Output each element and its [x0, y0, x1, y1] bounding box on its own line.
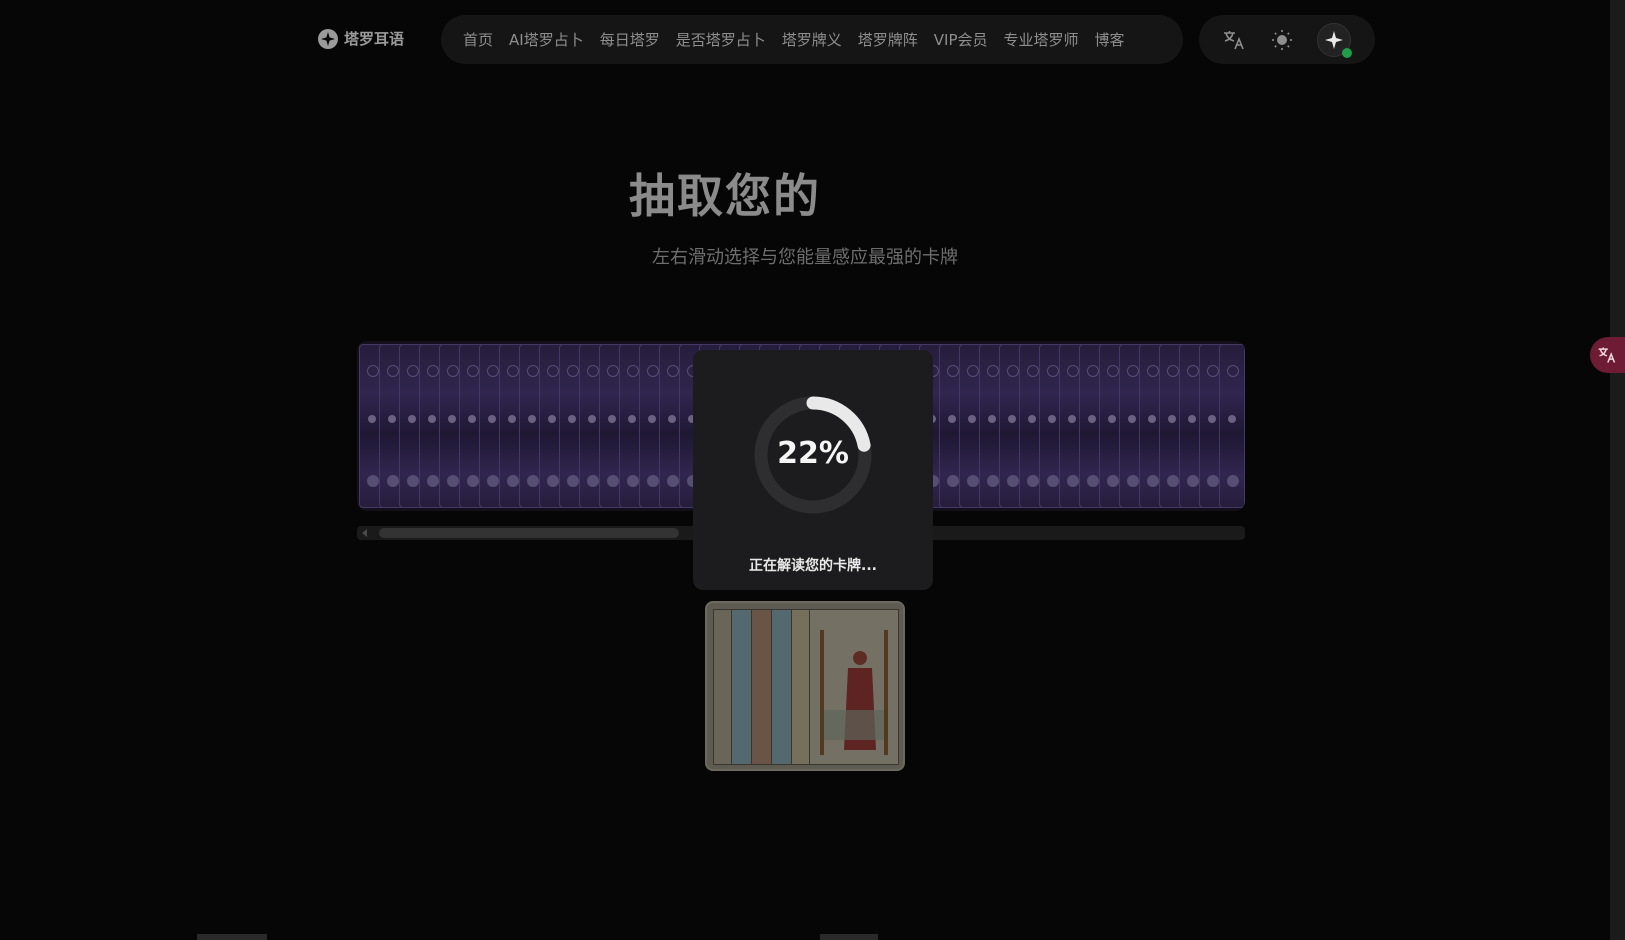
- nav-item-ai-reading[interactable]: AI塔罗占卜: [509, 29, 584, 50]
- floating-translate-button[interactable]: [1590, 337, 1625, 373]
- online-status-dot: [1342, 48, 1352, 58]
- page-scrollbar-track[interactable]: [1610, 0, 1625, 940]
- translate-button[interactable]: [1221, 27, 1247, 53]
- scroll-thumb[interactable]: [379, 528, 679, 538]
- card-image: [751, 609, 773, 765]
- logo-icon: [318, 28, 338, 49]
- logo-text: 塔罗耳语: [344, 30, 405, 48]
- top-header: 塔罗耳语 首页 AI塔罗占卜 每日塔罗 是否塔罗占卜 塔罗牌义 塔罗牌阵 VIP…: [0, 0, 1625, 82]
- card-image: [771, 609, 793, 765]
- ai-assistant-button[interactable]: [1317, 23, 1352, 58]
- sparkle-icon: [1325, 31, 1343, 49]
- site-logo[interactable]: 塔罗耳语: [318, 28, 404, 49]
- nav-item-yes-no[interactable]: 是否塔罗占卜: [676, 29, 766, 50]
- nav-item-daily[interactable]: 每日塔罗: [600, 29, 660, 50]
- card-image: [713, 609, 733, 765]
- reading-progress-modal: 22% 正在解读您的卡牌...: [693, 350, 933, 590]
- nav-item-blog[interactable]: 博客: [1095, 29, 1125, 50]
- sun-icon: [1272, 30, 1292, 50]
- translate-icon: [1598, 347, 1616, 363]
- page-subtitle: 左右滑动选择与您能量感应最强的卡牌: [652, 247, 958, 268]
- theme-toggle-button[interactable]: [1269, 27, 1295, 53]
- page-title: 抽取您的: [629, 169, 821, 223]
- footer-heading-left: [197, 934, 267, 940]
- progress-status-text: 正在解读您的卡牌...: [749, 558, 877, 574]
- nav-item-home[interactable]: 首页: [463, 29, 493, 50]
- nav-item-vip[interactable]: VIP会员: [934, 29, 988, 50]
- card-image: [731, 609, 753, 765]
- footer-heading-center: [820, 934, 878, 940]
- card-image: [809, 609, 899, 765]
- translate-icon: [1224, 31, 1244, 50]
- card-image: [791, 609, 811, 765]
- main-nav: 首页 AI塔罗占卜 每日塔罗 是否塔罗占卜 塔罗牌义 塔罗牌阵 VIP会员 专业…: [441, 15, 1183, 64]
- nav-item-spreads[interactable]: 塔罗牌阵: [858, 29, 918, 50]
- nav-item-meanings[interactable]: 塔罗牌义: [782, 29, 842, 50]
- progress-percentage: 22%: [777, 436, 849, 471]
- scroll-left-arrow-icon[interactable]: [362, 529, 367, 537]
- header-tools: [1199, 15, 1375, 64]
- nav-item-pro-readers[interactable]: 专业塔罗师: [1004, 29, 1079, 50]
- selected-cards-preview: [705, 601, 905, 771]
- face-down-card[interactable]: [1219, 344, 1245, 508]
- page: 塔罗耳语 首页 AI塔罗占卜 每日塔罗 是否塔罗占卜 塔罗牌义 塔罗牌阵 VIP…: [0, 0, 1625, 940]
